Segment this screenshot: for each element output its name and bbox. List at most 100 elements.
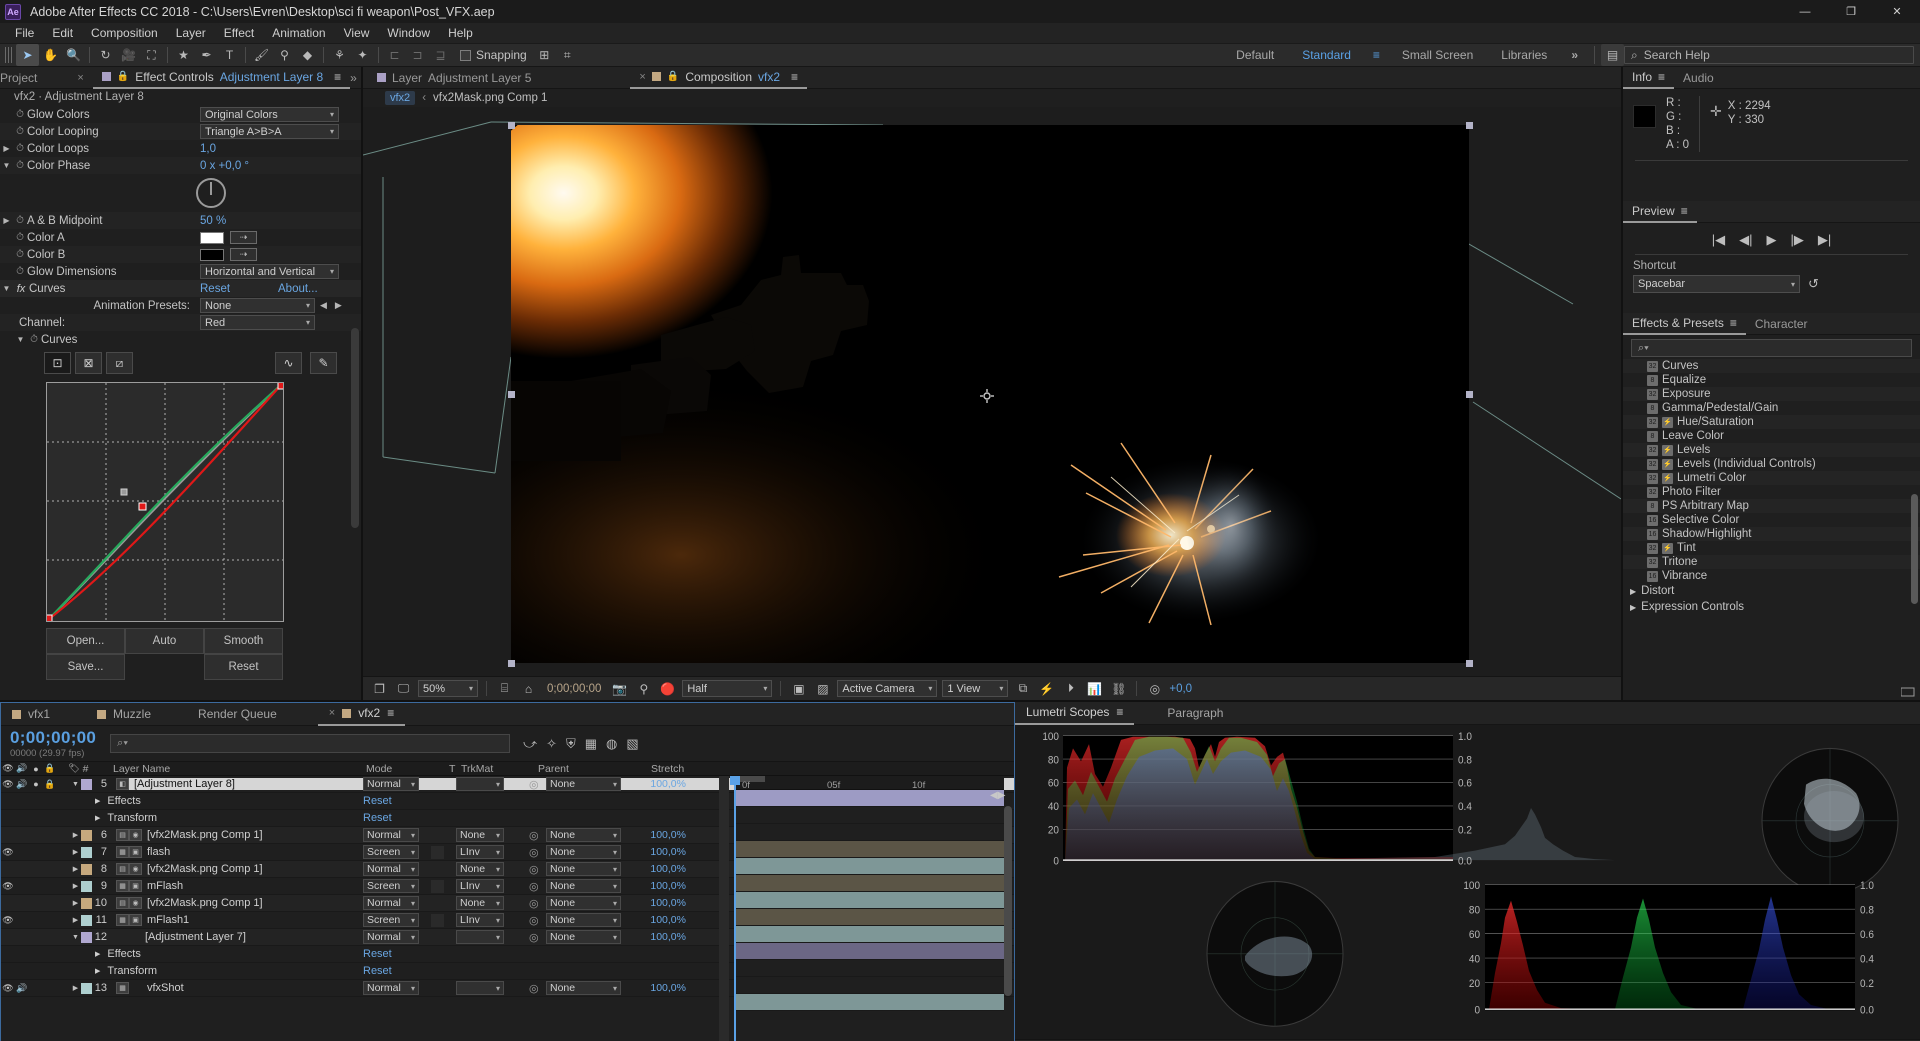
- layer-stretch[interactable]: 100,0%: [641, 897, 686, 909]
- effect-item-selective-color[interactable]: 16 Selective Color: [1623, 513, 1920, 527]
- views-dropdown[interactable]: 1 View ▾: [942, 680, 1009, 697]
- selection-tool-icon[interactable]: ➤: [16, 44, 39, 66]
- curve-reset-button[interactable]: Reset: [204, 654, 283, 680]
- subrow-reset[interactable]: Reset: [363, 965, 392, 977]
- monitor-icon[interactable]: 🖵: [394, 679, 413, 698]
- layer-bar[interactable]: [734, 909, 1004, 926]
- menu-view[interactable]: View: [335, 23, 379, 43]
- region-interest-toggle-icon[interactable]: ▣: [789, 679, 808, 698]
- layer-mode-dropdown[interactable]: Normal ▾: [363, 930, 419, 944]
- angle-dial-control[interactable]: [196, 178, 226, 208]
- expand-arrow[interactable]: ▶: [70, 882, 81, 890]
- ab-midpoint-value[interactable]: 50 %: [200, 215, 226, 227]
- layer-trkmat-dropdown[interactable]: None ▾: [456, 828, 504, 842]
- close-icon[interactable]: ×: [77, 72, 83, 84]
- curves-reset-link[interactable]: Reset: [200, 283, 230, 295]
- toolbar-grip[interactable]: [5, 47, 13, 63]
- menu-effect[interactable]: Effect: [215, 23, 263, 43]
- layer-trkmat-dropdown[interactable]: ▾: [456, 981, 504, 995]
- transparency-toggle-icon[interactable]: ▨: [813, 679, 832, 698]
- layer-bar[interactable]: [734, 790, 1004, 807]
- layer-stretch[interactable]: 100,0%: [641, 863, 686, 875]
- effect-item-curves[interactable]: 32 Curves: [1623, 359, 1920, 373]
- curves-effect-header[interactable]: ▼ fx Curves Reset About...: [0, 280, 361, 297]
- graph-editor-icon[interactable]: ▧: [626, 736, 638, 752]
- layer-mode-dropdown[interactable]: Normal ▾: [363, 828, 419, 842]
- menu-file[interactable]: File: [6, 23, 43, 43]
- effect-item-photo-filter[interactable]: 32 Photo Filter: [1623, 485, 1920, 499]
- layer-mode-dropdown[interactable]: Normal ▾: [363, 777, 419, 791]
- tab-vfx1[interactable]: vfx1: [1, 703, 61, 726]
- effects-list-scrollbar[interactable]: [1911, 494, 1918, 604]
- shortcut-dropdown[interactable]: Spacebar ▾: [1633, 275, 1800, 293]
- tab-render-queue[interactable]: Render Queue: [187, 703, 288, 726]
- curve-open-button[interactable]: Open...: [46, 628, 125, 654]
- layer-trkmat-dropdown[interactable]: ▾: [456, 930, 504, 944]
- layer-bar[interactable]: [734, 841, 1004, 858]
- layer-lock-icon[interactable]: 🔒: [43, 779, 57, 790]
- menu-animation[interactable]: Animation: [263, 23, 334, 43]
- stopwatch-icon[interactable]: ⏱: [13, 232, 27, 243]
- layer-parent-dropdown[interactable]: None ▾: [546, 862, 621, 876]
- grid-icon[interactable]: ⊞: [533, 44, 556, 66]
- hand-tool-icon[interactable]: ✋: [39, 44, 62, 66]
- first-frame-icon[interactable]: |◀: [1712, 232, 1725, 248]
- expand-arrow[interactable]: ▼: [70, 781, 81, 788]
- layer-stretch[interactable]: 100,0%: [641, 846, 686, 858]
- curve-pencil-icon[interactable]: ✎: [310, 352, 337, 374]
- curve-save-button[interactable]: Save...: [46, 654, 125, 680]
- frame-blending-icon[interactable]: ▦: [585, 736, 597, 752]
- collapse-arrow[interactable]: ▼: [0, 161, 13, 170]
- selection-handle-mr[interactable]: [1466, 391, 1473, 398]
- expand-arrow[interactable]: ▶: [70, 831, 81, 839]
- roto-brush-tool-icon[interactable]: ⚘: [328, 44, 351, 66]
- transparency-grid-icon[interactable]: ⌂: [519, 679, 538, 698]
- pixel-aspect-icon[interactable]: ⧉: [1013, 679, 1032, 698]
- curves-group-row[interactable]: ▼ ⏱ Curves: [0, 331, 361, 348]
- layer-color-swatch[interactable]: [81, 778, 92, 790]
- effect-item-exposure[interactable]: 32 Exposure: [1623, 387, 1920, 401]
- camera-dropdown[interactable]: Active Camera ▾: [837, 680, 938, 697]
- tab-info[interactable]: Info ≡: [1623, 67, 1675, 89]
- eyedropper-icon[interactable]: ⇢: [230, 248, 257, 261]
- layer-mode-dropdown[interactable]: Normal ▾: [363, 981, 419, 995]
- layer-visibility-icon[interactable]: 👁: [1, 847, 15, 858]
- expand-arrow[interactable]: ▶: [0, 144, 13, 153]
- curve-point-tool-icon[interactable]: ⊡: [44, 352, 71, 374]
- timeline-track-area[interactable]: 0f 05f 10f: [730, 776, 1004, 1041]
- layer-stretch[interactable]: 100,0%: [641, 880, 686, 892]
- rotation-tool-icon[interactable]: ↻: [94, 44, 117, 66]
- minimize-button[interactable]: —: [1782, 0, 1828, 23]
- subrow-reset[interactable]: Reset: [363, 812, 392, 824]
- color-phase-value[interactable]: 0 x +0,0 °: [200, 160, 249, 172]
- layer-visibility-icon[interactable]: 👁: [1, 881, 15, 892]
- menu-edit[interactable]: Edit: [43, 23, 82, 43]
- adobe-stock-icon[interactable]: ▤: [1601, 44, 1624, 66]
- layer-parent-dropdown[interactable]: None ▾: [546, 879, 621, 893]
- stopwatch-icon[interactable]: ⏱: [27, 334, 41, 345]
- zoom-level-dropdown[interactable]: 50% ▾: [418, 680, 478, 697]
- breadcrumb-comp-chip[interactable]: vfx2: [385, 91, 416, 105]
- breadcrumb-item[interactable]: vfx2Mask.png Comp 1: [433, 92, 547, 104]
- stopwatch-icon[interactable]: ⏱: [13, 249, 27, 260]
- timeline-keyframe-nav-icon[interactable]: ◀▶: [990, 790, 1005, 804]
- expand-arrow[interactable]: ▶: [70, 865, 81, 873]
- effect-item-vibrance[interactable]: 16 Vibrance: [1623, 569, 1920, 583]
- workspace-libraries[interactable]: Libraries: [1487, 43, 1561, 67]
- last-frame-icon[interactable]: ▶|: [1818, 232, 1831, 248]
- panel-expand-icon[interactable]: »: [350, 71, 364, 85]
- resolution-dropdown[interactable]: Half ▾: [682, 680, 773, 697]
- tab-layer[interactable]: Layer Adjustment Layer 5: [363, 67, 540, 89]
- selection-handle-ml[interactable]: [508, 391, 515, 398]
- layer-parent-dropdown[interactable]: None ▾: [546, 981, 621, 995]
- panel-menu-icon[interactable]: ≡: [791, 70, 798, 84]
- preset-prev-icon[interactable]: ◀: [320, 300, 327, 311]
- color-b-swatch[interactable]: [200, 248, 224, 261]
- layer-trkmat-dropdown[interactable]: None ▾: [456, 896, 504, 910]
- playhead[interactable]: [734, 776, 736, 1041]
- property-color-looping[interactable]: ⏱ Color Looping Triangle A>B>A ▾: [0, 123, 361, 140]
- menu-window[interactable]: Window: [378, 23, 439, 43]
- property-ab-midpoint[interactable]: ▶ ⏱ A & B Midpoint 50 %: [0, 212, 361, 229]
- layer-stretch[interactable]: 100,0%: [641, 829, 686, 841]
- expand-arrow[interactable]: ▶: [1630, 603, 1636, 612]
